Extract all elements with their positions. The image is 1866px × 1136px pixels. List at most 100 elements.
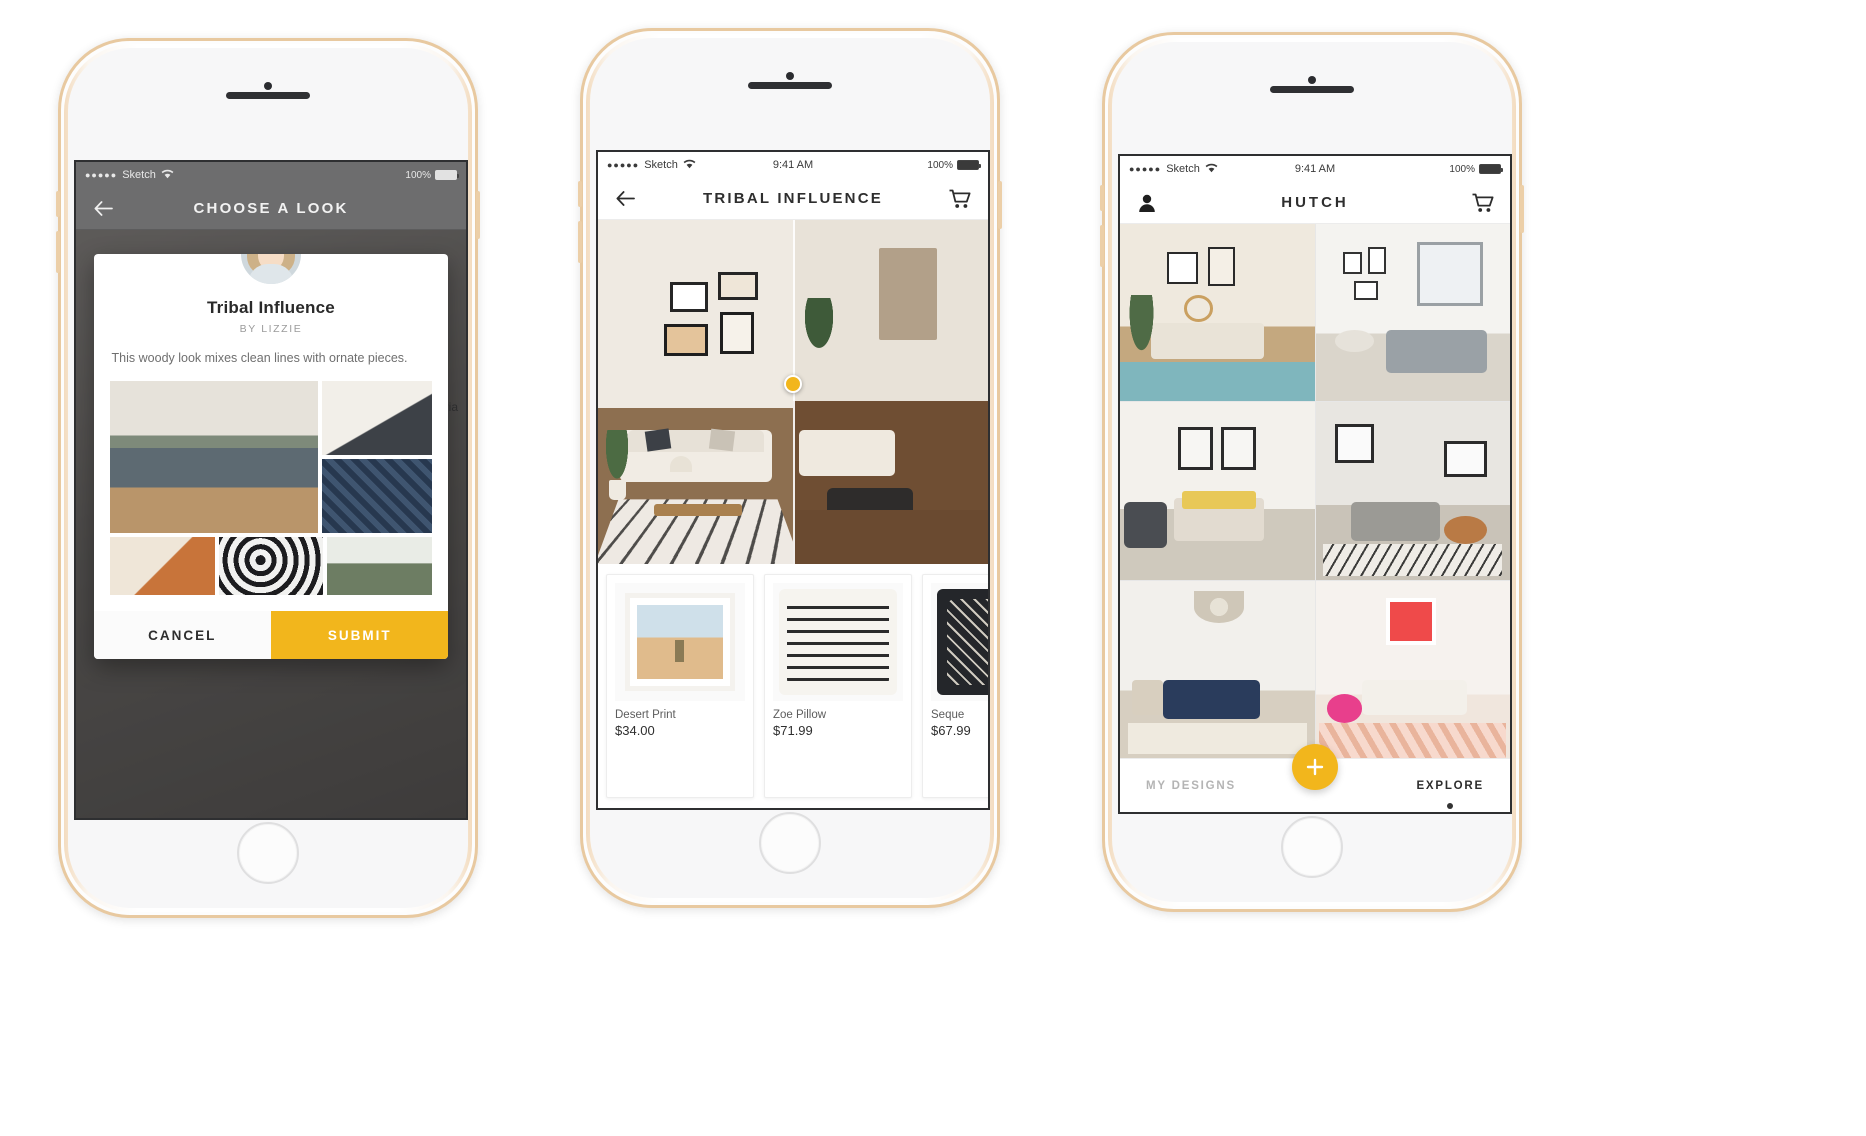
cart-button[interactable]	[1470, 193, 1496, 213]
mood-tile-large[interactable]	[110, 381, 319, 533]
phone2-volume-down[interactable]	[578, 221, 582, 263]
active-tab-indicator	[1447, 803, 1453, 809]
earpiece-speaker	[748, 82, 832, 89]
earpiece-speaker	[226, 92, 310, 99]
look-title: Tribal Influence	[112, 298, 431, 318]
carrier-label: Sketch	[122, 169, 156, 181]
submit-button[interactable]: SUBMIT	[271, 611, 448, 659]
gallery-item[interactable]	[1316, 581, 1511, 758]
gallery-item[interactable]	[1120, 224, 1315, 401]
compare-slider-handle[interactable]	[784, 375, 802, 393]
product-card[interactable]: Desert Print $34.00	[606, 574, 754, 798]
arrow-left-icon	[616, 191, 635, 206]
battery-icon	[957, 160, 979, 170]
phone3-face: ●●●●● Sketch 9:41 AM 100% HUTCH MY DESIG…	[1112, 42, 1512, 902]
home-button[interactable]	[759, 812, 821, 874]
phone3-status-bar: ●●●●● Sketch 9:41 AM 100%	[1120, 156, 1510, 182]
phone1-nav-bar: CHOOSE A LOOK	[76, 188, 466, 230]
tab-explore-label: EXPLORE	[1416, 780, 1484, 792]
product-carousel[interactable]: Desert Print $34.00 Zoe Pillow $71.99 Se…	[598, 564, 988, 808]
cancel-button[interactable]: CANCEL	[94, 611, 271, 659]
phone2-volume-up[interactable]	[578, 181, 582, 207]
mood-tile[interactable]	[219, 537, 324, 595]
status-time: 9:41 AM	[1295, 163, 1335, 175]
battery-percent-label: 100%	[405, 170, 431, 181]
product-card[interactable]: Seque $67.99	[922, 574, 988, 798]
gallery-item[interactable]	[1120, 402, 1315, 579]
phone-device-3: ●●●●● Sketch 9:41 AM 100% HUTCH MY DESIG…	[1102, 32, 1522, 912]
phone-device-2: ●●●●● Sketch 9:41 AM 100% TRIBAL INFLUEN…	[580, 28, 1000, 908]
back-button[interactable]	[612, 191, 638, 206]
tab-my-designs[interactable]: MY DESIGNS	[1146, 780, 1236, 792]
compare-divider	[793, 220, 795, 568]
before-room-image	[793, 220, 988, 568]
mood-board-top	[110, 381, 433, 533]
product-price: $34.00	[615, 723, 745, 738]
mood-tile[interactable]	[327, 537, 432, 595]
product-name: Desert Print	[615, 709, 745, 721]
before-after-comparison[interactable]	[598, 220, 988, 568]
phone3-screen: ●●●●● Sketch 9:41 AM 100% HUTCH MY DESIG…	[1118, 154, 1512, 814]
battery-percent-label: 100%	[927, 160, 953, 171]
signal-dots-icon: ●●●●●	[1129, 165, 1161, 174]
gallery-item[interactable]	[1120, 581, 1315, 758]
back-button[interactable]	[90, 201, 116, 216]
person-icon	[1137, 193, 1157, 213]
tab-explore[interactable]: EXPLORE	[1416, 780, 1484, 792]
look-description: This woody look mixes clean lines with o…	[112, 349, 431, 367]
look-byline: BY LIZZIE	[112, 323, 431, 335]
phone2-nav-bar: TRIBAL INFLUENCE	[598, 178, 988, 220]
home-button[interactable]	[237, 822, 299, 884]
phone1-status-bar: ●●●●● Sketch 100%	[76, 162, 466, 188]
phone-device-1: ●●●●● Sketch 100% CHOOSE A LOOK Tribal I…	[58, 38, 478, 918]
phone2-power[interactable]	[998, 181, 1002, 229]
phone3-nav-bar: HUTCH	[1120, 182, 1510, 224]
product-image	[931, 583, 988, 701]
gallery-item[interactable]	[1316, 224, 1511, 401]
screenshot-canvas: ●●●●● Sketch 100% CHOOSE A LOOK Tribal I…	[0, 0, 1866, 1136]
front-camera-icon	[264, 82, 272, 90]
product-image	[773, 583, 903, 701]
wifi-icon	[683, 159, 696, 172]
product-card[interactable]: Zoe Pillow $71.99	[764, 574, 912, 798]
phone1-face: ●●●●● Sketch 100% CHOOSE A LOOK Tribal I…	[68, 48, 468, 908]
shopping-cart-icon	[1472, 193, 1495, 213]
product-name: Seque	[931, 709, 988, 721]
phone1-power[interactable]	[476, 191, 480, 239]
cart-button[interactable]	[948, 189, 974, 209]
arrow-left-icon	[94, 201, 113, 216]
mood-tile[interactable]	[322, 459, 432, 533]
phone3-volume-down[interactable]	[1100, 225, 1104, 267]
mood-tile[interactable]	[110, 537, 215, 595]
phone2-screen: ●●●●● Sketch 9:41 AM 100% TRIBAL INFLUEN…	[596, 150, 990, 810]
page-title: TRIBAL INFLUENCE	[703, 190, 883, 207]
phone1-volume-down[interactable]	[56, 231, 60, 273]
phone2-face: ●●●●● Sketch 9:41 AM 100% TRIBAL INFLUEN…	[590, 38, 990, 898]
add-design-button[interactable]	[1292, 744, 1338, 790]
gallery-item[interactable]	[1316, 402, 1511, 579]
modal-actions: CANCEL SUBMIT	[94, 611, 449, 659]
wifi-icon	[1205, 163, 1218, 176]
phone1-screen: ●●●●● Sketch 100% CHOOSE A LOOK Tribal I…	[74, 160, 468, 820]
earpiece-speaker	[1270, 86, 1354, 93]
battery-icon	[1479, 164, 1501, 174]
carrier-label: Sketch	[644, 159, 678, 171]
home-button[interactable]	[1281, 816, 1343, 878]
front-camera-icon	[786, 72, 794, 80]
design-gallery-grid[interactable]	[1120, 224, 1510, 758]
product-name: Zoe Pillow	[773, 709, 903, 721]
look-detail-modal: Tribal Influence BY LIZZIE This woody lo…	[94, 254, 449, 659]
phone3-volume-up[interactable]	[1100, 185, 1104, 211]
battery-percent-label: 100%	[1449, 164, 1475, 175]
profile-button[interactable]	[1134, 193, 1160, 213]
signal-dots-icon: ●●●●●	[85, 171, 117, 180]
product-image	[615, 583, 745, 701]
phone2-status-bar: ●●●●● Sketch 9:41 AM 100%	[598, 152, 988, 178]
battery-icon	[435, 170, 457, 180]
mood-tile[interactable]	[322, 381, 432, 455]
product-price: $71.99	[773, 723, 903, 738]
phone1-volume-up[interactable]	[56, 191, 60, 217]
phone3-power[interactable]	[1520, 185, 1524, 233]
status-time: 9:41 AM	[773, 159, 813, 171]
plus-icon	[1305, 757, 1325, 777]
